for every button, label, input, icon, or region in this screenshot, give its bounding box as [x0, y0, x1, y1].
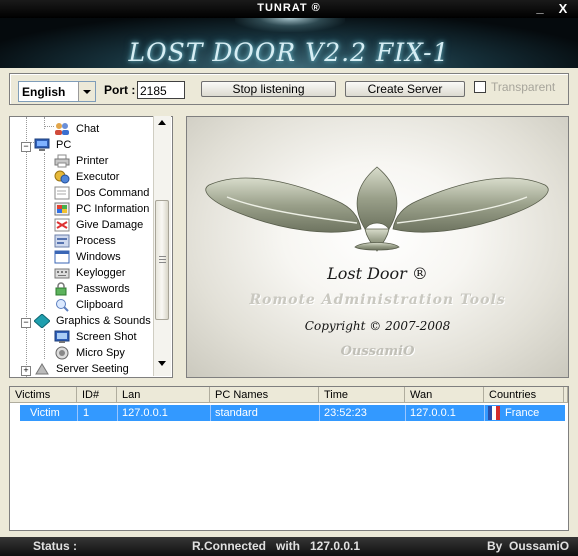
- status-credit: By OussamiO: [487, 539, 570, 553]
- process-icon: [54, 234, 70, 248]
- cell-id: 1: [83, 407, 90, 419]
- status-label: Status :: [33, 539, 78, 553]
- cell-victim: Victim: [30, 407, 60, 419]
- executor-icon: [54, 170, 70, 184]
- column-header-lan[interactable]: Lan: [117, 387, 210, 403]
- column-header-victims[interactable]: Victims: [10, 387, 77, 403]
- status-bar: Status : R.Connected with 127.0.0.1 By O…: [0, 537, 578, 556]
- dos-command-icon: [54, 186, 70, 200]
- screen-shot-icon: [54, 330, 70, 344]
- column-header-time[interactable]: Time: [319, 387, 405, 403]
- scroll-thumb[interactable]: [155, 200, 169, 320]
- pc-icon: [34, 138, 50, 152]
- chat-icon: [54, 122, 70, 136]
- transparent-checkbox[interactable]: [474, 81, 486, 93]
- tree-scrollbar[interactable]: [153, 116, 171, 376]
- collapse-graphics-icon[interactable]: −: [21, 318, 31, 328]
- close-button[interactable]: X: [555, 1, 571, 17]
- status-message: R.Connected with 127.0.0.1: [192, 539, 361, 553]
- france-flag-icon: [488, 405, 500, 421]
- column-header-id[interactable]: ID#: [77, 387, 117, 403]
- chevron-down-icon[interactable]: [78, 82, 95, 101]
- column-header-countries[interactable]: Countries: [484, 387, 564, 403]
- pc-information-icon: [54, 202, 70, 216]
- micro-spy-icon: [54, 346, 70, 360]
- column-header-pc-names[interactable]: PC Names: [210, 387, 319, 403]
- printer-icon: [54, 154, 70, 168]
- copyright-text: Copyright © 2007-2008: [304, 319, 451, 333]
- port-label: Port :: [104, 83, 136, 97]
- author-name: OussamiO: [340, 344, 415, 359]
- product-subtitle: Romote Administration Tools: [249, 292, 506, 308]
- collapse-pc-icon[interactable]: −: [21, 142, 31, 152]
- keylogger-icon: [54, 266, 70, 280]
- command-tree: Chat − PC Printer Executor Dos Command P…: [9, 116, 173, 378]
- cell-lan: 127.0.0.1: [122, 407, 168, 419]
- window-title: TUNRAT ®: [257, 2, 321, 14]
- language-select[interactable]: English: [18, 81, 96, 102]
- cell-time: 23:52:23: [324, 407, 367, 419]
- banner-glow: [235, 18, 345, 32]
- title-bar: TUNRAT ® _ X: [0, 0, 578, 18]
- cell-pc-name: standard: [215, 407, 258, 419]
- transparent-label: Transparent: [491, 80, 556, 94]
- scroll-up-arrow-icon[interactable]: [158, 120, 166, 125]
- cell-country: France: [505, 407, 540, 419]
- clipboard-icon: [54, 298, 70, 312]
- language-value: English: [22, 85, 66, 99]
- windows-icon: [54, 250, 70, 264]
- banner-title: LOST DOOR V2.2 FIX-1: [128, 38, 450, 67]
- victims-table[interactable]: Victims ID# Lan PC Names Time Wan Countr…: [9, 386, 569, 531]
- graphics-sounds-icon: [33, 313, 51, 329]
- port-input[interactable]: 2185: [137, 81, 185, 99]
- passwords-icon: [54, 282, 70, 296]
- server-setting-icon: [34, 362, 50, 376]
- about-logo-panel: Lost Door ® Romote Administration Tools …: [186, 116, 569, 378]
- column-header-wan[interactable]: Wan: [405, 387, 484, 403]
- stop-listening-button[interactable]: Stop listening: [201, 81, 336, 97]
- minimize-button[interactable]: _: [532, 0, 548, 18]
- scroll-down-arrow-icon[interactable]: [158, 361, 166, 366]
- product-title: Lost Door ®: [327, 264, 428, 283]
- give-damage-icon: [54, 218, 70, 232]
- fleur-de-lis-emblem-icon: [205, 166, 549, 252]
- create-server-button[interactable]: Create Server: [345, 81, 465, 97]
- expand-server-setting-icon[interactable]: +: [21, 366, 31, 376]
- cell-wan: 127.0.0.1: [410, 407, 456, 419]
- banner: LOST DOOR V2.2 FIX-1: [0, 18, 578, 68]
